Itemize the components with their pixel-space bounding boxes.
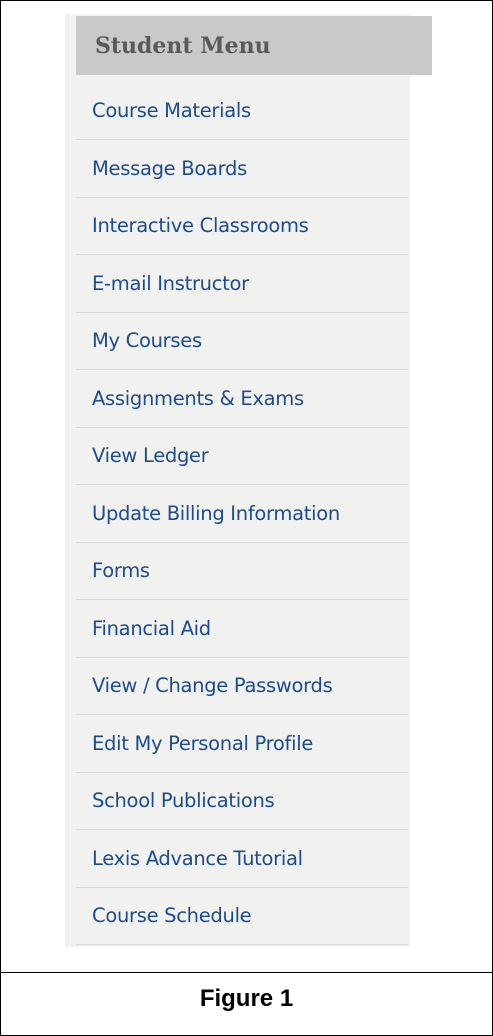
link-view-change-passwords[interactable]: View / Change Passwords	[92, 674, 333, 697]
menu-item-my-courses[interactable]: My Courses	[76, 313, 408, 370]
menu-item-lexis-advance-tutorial[interactable]: Lexis Advance Tutorial	[76, 830, 408, 888]
menu-list: Course Materials Message Boards Interact…	[76, 87, 408, 945]
menu-item-assignments-exams[interactable]: Assignments & Exams	[76, 370, 408, 428]
student-menu-panel: Student Menu Course Materials Message Bo…	[65, 14, 432, 947]
menu-item-course-materials[interactable]: Course Materials	[76, 81, 408, 140]
menu-item-update-billing-information[interactable]: Update Billing Information	[76, 485, 408, 543]
menu-item-financial-aid[interactable]: Financial Aid	[76, 600, 408, 658]
link-email-instructor[interactable]: E-mail Instructor	[92, 272, 249, 295]
link-course-materials[interactable]: Course Materials	[92, 99, 251, 122]
figure-caption: Figure 1	[199, 985, 294, 1012]
link-view-ledger[interactable]: View Ledger	[92, 444, 209, 467]
link-forms[interactable]: Forms	[92, 559, 150, 582]
menu-item-school-publications[interactable]: School Publications	[76, 773, 408, 830]
menu-item-edit-personal-profile[interactable]: Edit My Personal Profile	[76, 715, 408, 773]
menu-title: Student Menu	[76, 16, 432, 75]
menu-item-interactive-classrooms[interactable]: Interactive Classrooms	[76, 198, 408, 255]
menu-item-course-schedule[interactable]: Course Schedule	[76, 888, 408, 945]
menu-item-view-ledger[interactable]: View Ledger	[76, 428, 408, 485]
menu-item-email-instructor[interactable]: E-mail Instructor	[76, 255, 408, 313]
link-course-schedule[interactable]: Course Schedule	[92, 904, 252, 927]
link-edit-personal-profile[interactable]: Edit My Personal Profile	[92, 732, 313, 755]
menu-item-message-boards[interactable]: Message Boards	[76, 140, 408, 198]
figure-frame: Student Menu Course Materials Message Bo…	[0, 0, 493, 1036]
caption-divider	[1, 972, 492, 973]
link-my-courses[interactable]: My Courses	[92, 329, 202, 352]
link-interactive-classrooms[interactable]: Interactive Classrooms	[92, 214, 309, 237]
link-lexis-advance-tutorial[interactable]: Lexis Advance Tutorial	[92, 847, 303, 870]
link-update-billing-information[interactable]: Update Billing Information	[92, 502, 340, 525]
menu-item-forms[interactable]: Forms	[76, 543, 408, 600]
link-assignments-exams[interactable]: Assignments & Exams	[92, 387, 304, 410]
link-message-boards[interactable]: Message Boards	[92, 157, 247, 180]
link-school-publications[interactable]: School Publications	[92, 789, 275, 812]
menu-item-view-change-passwords[interactable]: View / Change Passwords	[76, 658, 408, 715]
link-financial-aid[interactable]: Financial Aid	[92, 617, 211, 640]
